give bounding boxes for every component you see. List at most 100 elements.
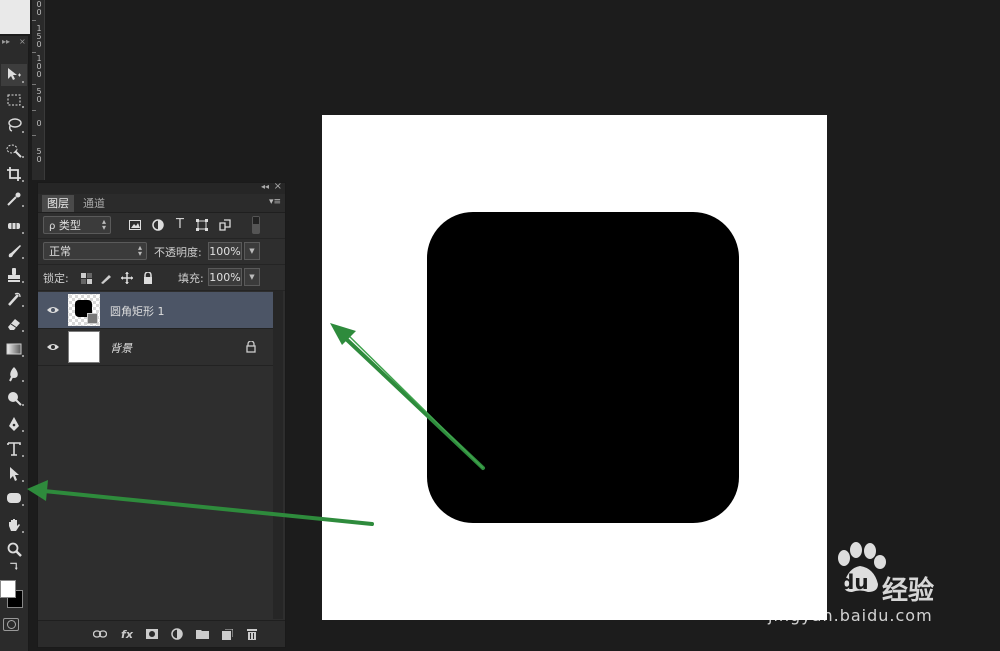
watermark-brand-du: du xyxy=(840,570,869,594)
layer-row-background[interactable]: 背景 xyxy=(38,329,273,366)
layer-row-rounded-rectangle[interactable]: 圆角矩形 1 xyxy=(38,292,273,329)
tab-layers[interactable]: 图层 xyxy=(42,195,74,212)
panel-close-icon[interactable]: × xyxy=(274,181,282,192)
stamp-icon xyxy=(8,268,20,282)
dodge-tool[interactable] xyxy=(1,387,27,409)
lock-position-icon[interactable] xyxy=(120,271,134,285)
eyedropper-icon xyxy=(7,192,21,206)
watermark-brand-latin: Bai xyxy=(766,566,825,602)
ruler-digit: 0 xyxy=(36,155,42,164)
pen-icon xyxy=(9,417,19,431)
layers-scrollbar[interactable] xyxy=(273,291,283,619)
watermark-brand-cn: 经验 xyxy=(882,576,935,606)
toolbox-close-icon[interactable]: × xyxy=(19,36,26,48)
blur-tool[interactable] xyxy=(1,363,27,385)
opacity-input[interactable]: 100% xyxy=(208,242,242,260)
fill-input[interactable]: 100% xyxy=(208,268,242,286)
ruler-digit: 0 xyxy=(36,95,42,104)
rounded-rectangle-icon xyxy=(7,493,21,503)
rectangular-marquee-icon xyxy=(7,94,21,106)
ruler-digit: 0 xyxy=(36,119,42,128)
watermark-url: jingyan.baidu.com xyxy=(768,606,933,625)
type-filter-icon[interactable]: T xyxy=(173,217,187,232)
toolbox-header[interactable]: ▸▸ × xyxy=(0,36,28,48)
smart-object-filter-icon[interactable] xyxy=(218,218,232,232)
lock-pixels-icon[interactable] xyxy=(99,271,113,285)
move-tool[interactable] xyxy=(1,64,27,86)
fx-icon[interactable]: fx xyxy=(120,627,134,641)
quick-mask-button[interactable] xyxy=(3,618,19,631)
fill-slider-button[interactable]: ▼ xyxy=(244,268,260,286)
layer-thumbnail-shape xyxy=(68,294,100,326)
baidu-jingyan-watermark: Bai du 经验 jingyan.baidu.com xyxy=(762,540,997,650)
quick-selection-tool[interactable] xyxy=(1,139,27,161)
marquee-tool[interactable] xyxy=(1,89,27,111)
spinner-icon: ▴ ▾ xyxy=(137,243,142,258)
layer-name[interactable]: 圆角矩形 1 xyxy=(110,303,165,319)
opacity-slider-button[interactable]: ▼ xyxy=(244,242,260,260)
dodge-icon xyxy=(8,392,22,406)
panel-menu-icon[interactable]: ▾≡ xyxy=(269,197,281,207)
filter-toggle-switch[interactable] xyxy=(252,216,260,234)
lasso-icon xyxy=(8,118,22,132)
zoom-tool[interactable] xyxy=(1,539,27,561)
visibility-eye-icon[interactable] xyxy=(47,305,59,315)
crop-tool[interactable] xyxy=(1,163,27,185)
layer-name[interactable]: 背景 xyxy=(110,340,132,356)
image-filter-icon[interactable] xyxy=(128,218,142,232)
toolbox xyxy=(0,48,29,651)
adjustment-filter-icon[interactable] xyxy=(151,218,165,232)
new-layer-icon[interactable] xyxy=(220,627,234,641)
gradient-icon xyxy=(6,343,22,355)
toolbox-expand-icon[interactable]: ▸▸ xyxy=(2,36,10,48)
panel-title-bar[interactable]: ◂◂ × xyxy=(38,181,285,194)
shape-filter-icon[interactable] xyxy=(195,218,209,232)
hand-icon xyxy=(9,519,20,531)
blur-icon xyxy=(9,367,18,382)
lock-row: 锁定: 填充: 100% ▼ xyxy=(38,264,285,291)
blend-mode-value: 正常 xyxy=(49,245,71,258)
blend-mode-dropdown[interactable]: 正常 ▴ ▾ xyxy=(43,242,147,260)
swap-colors-icon xyxy=(10,562,18,570)
swap-colors-control[interactable] xyxy=(1,560,27,574)
panel-tab-bar: 图层 通道 ▾≡ xyxy=(38,194,285,213)
brush-tool[interactable] xyxy=(1,240,27,262)
layers-panel: ◂◂ × 图层 通道 ▾≡ ρ 类型 ▴ ▾ T 正常 ▴ ▾ 不透明度: 100%… xyxy=(37,181,286,648)
lock-transparency-icon[interactable] xyxy=(79,271,93,285)
clone-stamp-tool[interactable] xyxy=(1,264,27,286)
document-canvas[interactable] xyxy=(322,115,827,620)
visibility-eye-icon[interactable] xyxy=(47,342,59,352)
pen-tool[interactable] xyxy=(1,413,27,435)
tab-channels[interactable]: 通道 xyxy=(78,195,110,212)
brush-icon xyxy=(8,245,21,258)
spinner-icon: ▴ ▾ xyxy=(101,217,106,232)
search-icon: ρ xyxy=(49,221,56,232)
healing-brush-icon xyxy=(8,223,20,229)
rounded-rectangle-shape[interactable] xyxy=(427,212,739,523)
eraser-tool[interactable] xyxy=(1,313,27,335)
type-tool[interactable] xyxy=(1,438,27,460)
link-layers-icon[interactable] xyxy=(93,627,107,641)
healing-brush-tool[interactable] xyxy=(1,215,27,237)
history-brush-tool[interactable] xyxy=(1,288,27,310)
path-selection-tool[interactable] xyxy=(1,463,27,485)
new-group-icon[interactable] xyxy=(195,627,209,641)
lasso-tool[interactable] xyxy=(1,114,27,136)
ruler-digit: 0 xyxy=(36,40,42,49)
hand-tool[interactable] xyxy=(1,514,27,536)
filter-kind-dropdown[interactable]: ρ 类型 ▴ ▾ xyxy=(43,216,111,234)
layer-mask-icon[interactable] xyxy=(145,627,159,641)
panel-collapse-icon[interactable]: ◂◂ xyxy=(261,182,269,191)
document-tab-corner xyxy=(0,0,30,34)
foreground-color-swatch[interactable] xyxy=(0,580,16,598)
rounded-rectangle-tool[interactable] xyxy=(1,487,27,509)
quick-mask-icon xyxy=(7,620,16,629)
delete-layer-icon[interactable] xyxy=(245,627,259,641)
eyedropper-tool[interactable] xyxy=(1,188,27,210)
layer-lock-icon xyxy=(246,341,256,353)
adjustment-layer-icon[interactable] xyxy=(170,627,184,641)
filter-kind-label: 类型 xyxy=(58,219,81,232)
lock-all-icon[interactable] xyxy=(141,271,155,285)
quick-selection-icon xyxy=(6,144,22,158)
gradient-tool[interactable] xyxy=(1,338,27,360)
